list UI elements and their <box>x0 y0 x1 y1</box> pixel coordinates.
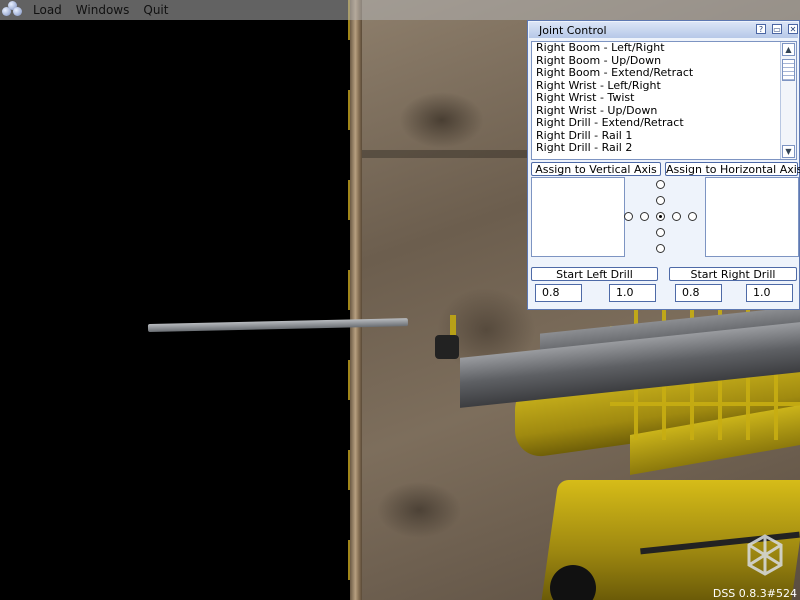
dpad-up-2[interactable] <box>656 180 665 189</box>
version-label: DSS 0.8.3#524 <box>712 587 797 600</box>
left-drill-value-1[interactable]: 0.8 <box>535 284 582 302</box>
joint-list[interactable]: Right Boom - Left/Right Right Boom - Up/… <box>531 41 797 160</box>
close-button[interactable]: ✕ <box>788 24 798 34</box>
scroll-down-icon[interactable]: ▼ <box>782 145 795 158</box>
dpad-down-1[interactable] <box>656 228 665 237</box>
scroll-up-icon[interactable]: ▲ <box>782 43 795 56</box>
list-item[interactable]: Right Drill - Extend/Retract <box>532 116 796 130</box>
list-item[interactable]: Right Wrist - Twist <box>532 91 796 105</box>
joint-control-window: Joint Control ? ▭ ✕ Right Boom - Left/Ri… <box>527 20 800 310</box>
menu-load[interactable]: Load <box>33 3 62 17</box>
dpad-right-1[interactable] <box>672 212 681 221</box>
list-scrollbar[interactable]: ▲ ▼ <box>780 42 796 159</box>
dpad-left-1[interactable] <box>640 212 649 221</box>
scroll-thumb[interactable] <box>782 59 795 81</box>
drill-head <box>435 335 459 359</box>
start-left-drill-button[interactable]: Start Left Drill <box>531 267 658 281</box>
left-drill-value-2[interactable]: 1.0 <box>609 284 656 302</box>
dpad-up-1[interactable] <box>656 196 665 205</box>
help-button[interactable]: ? <box>756 24 766 34</box>
minimize-button[interactable]: ▭ <box>772 24 782 34</box>
app-logo-icon[interactable] <box>2 1 24 19</box>
menu-quit[interactable]: Quit <box>143 3 168 17</box>
window-title: Joint Control <box>539 23 607 37</box>
right-drill-value-2[interactable]: 1.0 <box>746 284 793 302</box>
dpad-left-2[interactable] <box>624 212 633 221</box>
assign-horizontal-button[interactable]: Assign to Horizontal Axis <box>665 162 800 176</box>
dpad-down-2[interactable] <box>656 244 665 253</box>
vertical-axis-panel[interactable] <box>531 177 625 257</box>
right-drill-value-1[interactable]: 0.8 <box>675 284 722 302</box>
dpad-right-2[interactable] <box>688 212 697 221</box>
assign-vertical-button[interactable]: Assign to Vertical Axis <box>531 162 661 176</box>
rock-seam <box>352 150 532 158</box>
unlit-area <box>0 0 352 600</box>
horizontal-axis-panel[interactable] <box>705 177 799 257</box>
list-item[interactable]: Right Drill - Rail 2 <box>532 141 796 155</box>
support-pole <box>350 0 362 600</box>
list-item[interactable]: Right Boom - Extend/Retract <box>532 66 796 80</box>
start-right-drill-button[interactable]: Start Right Drill <box>669 267 797 281</box>
window-titlebar[interactable]: Joint Control ? ▭ ✕ <box>529 22 798 38</box>
menubar: Load Windows Quit <box>0 0 800 20</box>
pole-marking <box>348 0 350 600</box>
menu-windows[interactable]: Windows <box>76 3 130 17</box>
dss-logo-icon <box>747 534 783 576</box>
dpad-center[interactable] <box>656 212 665 221</box>
list-item[interactable]: Right Boom - Left/Right <box>532 42 796 55</box>
